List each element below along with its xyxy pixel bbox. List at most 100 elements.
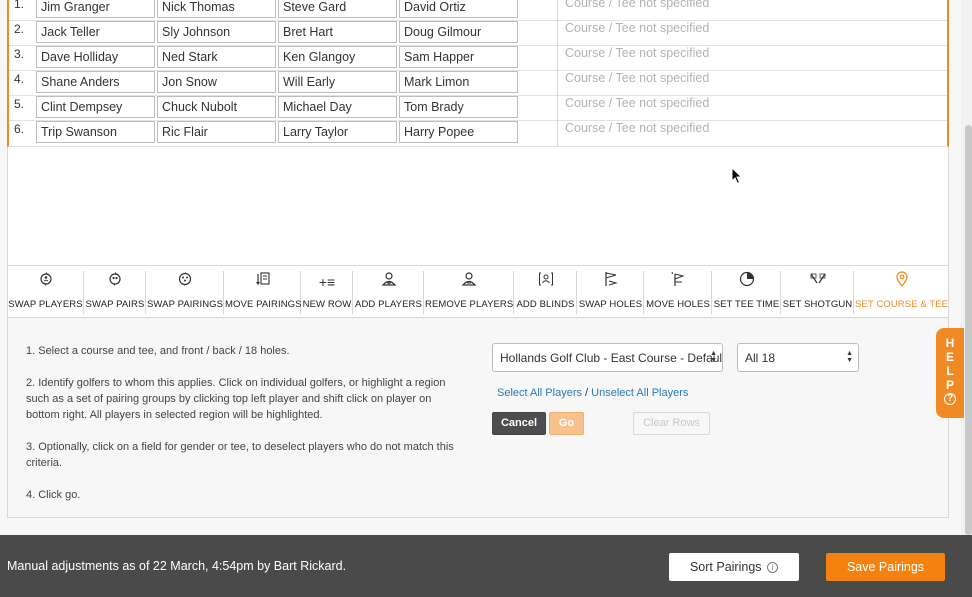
player-cell[interactable]: David Ortiz xyxy=(399,0,518,18)
player-cell[interactable]: Sam Happer xyxy=(399,46,518,68)
player-cell[interactable]: Shane Anders xyxy=(36,71,155,93)
instruction-step-2: 2. Identify golfers to whom this applies… xyxy=(26,377,446,421)
tool-label: SWAP PAIRINGS xyxy=(147,299,224,310)
unselect-all-players-link[interactable]: Unselect All Players xyxy=(591,387,688,399)
tool-label: ADD BLINDS xyxy=(516,299,575,310)
player-cell[interactable]: Nick Thomas xyxy=(157,0,276,18)
swap-players-icon xyxy=(8,271,83,293)
player-cell[interactable]: Trip Swanson xyxy=(36,121,155,143)
select-arrows-icon: ▲ ▼ xyxy=(846,350,853,364)
player-cell[interactable]: Michael Day xyxy=(278,96,397,118)
player-cell[interactable]: Steve Gard xyxy=(278,0,397,18)
swap-holes-button[interactable]: SWAP HOLES xyxy=(578,271,644,314)
clear-rows-button[interactable]: Clear Rows xyxy=(633,412,710,435)
player-cell[interactable]: Ken Glangoy xyxy=(278,46,397,68)
pairing-tools-toolbar: SWAP PLAYERS SWAP PAIRS SWAP PAIRINGS MO… xyxy=(7,265,949,318)
tool-label: ADD PLAYERS xyxy=(355,299,422,310)
save-pairings-button[interactable]: Save Pairings xyxy=(826,553,945,581)
pairing-number: 2. xyxy=(14,22,25,36)
set-tee-time-button[interactable]: SET TEE TIME xyxy=(713,271,781,314)
help-letter: E xyxy=(945,350,954,364)
column-divider xyxy=(557,46,558,71)
new-row-button[interactable]: +≡ NEW ROW xyxy=(302,271,353,314)
remove-players-button[interactable]: REMOVE PLAYERS xyxy=(425,271,514,314)
course-tee-cell[interactable]: Course / Tee not specified xyxy=(565,21,709,35)
player-cell[interactable]: Harry Popee xyxy=(399,121,518,143)
link-separator: / xyxy=(585,387,589,399)
swap-pairings-button[interactable]: SWAP PAIRINGS xyxy=(147,271,224,314)
pairing-row: 6. Trip Swanson Ric Flair Larry Taylor H… xyxy=(9,121,947,146)
page-scrollbar-thumb[interactable] xyxy=(965,125,972,535)
player-cell[interactable]: Jim Granger xyxy=(36,0,155,18)
course-tee-cell[interactable]: Course / Tee not specified xyxy=(565,71,709,85)
player-cell[interactable]: Doug Gilmour xyxy=(399,21,518,43)
pairing-row: 5. Clint Dempsey Chuck Nubolt Michael Da… xyxy=(9,96,947,121)
add-blinds-button[interactable]: ADD BLINDS xyxy=(515,271,577,314)
adjustment-status: Manual adjustments as of 22 March, 4:54p… xyxy=(7,559,347,573)
move-holes-icon xyxy=(645,271,711,293)
player-cell[interactable]: Jack Teller xyxy=(36,21,155,43)
holes-select[interactable]: All 18 ▲ ▼ xyxy=(737,343,859,372)
course-tee-select[interactable]: Hollands Golf Club - East Course - Defau… xyxy=(492,343,723,372)
player-cell[interactable]: Larry Taylor xyxy=(278,121,397,143)
go-button[interactable]: Go xyxy=(549,412,584,435)
tool-label: SET COURSE & TEE xyxy=(855,299,949,310)
instruction-step-3: 3. Optionally, click on a field for gend… xyxy=(26,441,454,469)
player-cell[interactable]: Ric Flair xyxy=(157,121,276,143)
player-cell[interactable]: Chuck Nubolt xyxy=(157,96,276,118)
course-tee-cell[interactable]: Course / Tee not specified xyxy=(565,46,709,60)
player-cell[interactable]: Bret Hart xyxy=(278,21,397,43)
tool-label: SET SHOTGUN xyxy=(782,299,853,310)
sort-pairings-label: Sort Pairings xyxy=(689,560,762,574)
tool-label: MOVE PAIRINGS xyxy=(225,299,302,310)
player-cell[interactable]: Will Early xyxy=(278,71,397,93)
cancel-button[interactable]: Cancel xyxy=(492,412,546,435)
help-letter: P xyxy=(945,378,954,392)
player-cell[interactable]: Clint Dempsey xyxy=(36,96,155,118)
column-divider xyxy=(557,121,558,146)
move-holes-button[interactable]: MOVE HOLES xyxy=(645,271,712,314)
pairing-number: 1. xyxy=(14,0,25,11)
player-cell[interactable]: Ned Stark xyxy=(157,46,276,68)
pairing-number: 5. xyxy=(14,97,25,111)
swap-players-button[interactable]: SWAP PLAYERS xyxy=(8,271,84,314)
player-cell[interactable]: Sly Johnson xyxy=(157,21,276,43)
player-cell[interactable]: Tom Brady xyxy=(399,96,518,118)
course-tee-cell[interactable]: Course / Tee not specified xyxy=(565,96,709,110)
pairing-number: 3. xyxy=(14,47,25,61)
tool-label: SWAP HOLES xyxy=(578,299,643,310)
course-tee-cell[interactable]: Course / Tee not specified xyxy=(565,121,709,135)
course-tee-cell[interactable]: Course / Tee not specified xyxy=(565,0,709,10)
move-pairings-button[interactable]: MOVE PAIRINGS xyxy=(225,271,302,314)
pairing-number: 6. xyxy=(14,122,25,136)
column-divider xyxy=(557,0,558,21)
set-shotgun-button[interactable]: SET SHOTGUN xyxy=(782,271,854,314)
help-tab[interactable]: H E L P ? xyxy=(936,328,964,418)
swap-pairs-icon xyxy=(85,271,145,293)
move-pairings-icon xyxy=(225,271,300,293)
add-players-button[interactable]: ADD PLAYERS xyxy=(354,271,424,314)
pairings-empty-space xyxy=(7,147,949,265)
new-row-icon: +≡ xyxy=(318,274,336,290)
course-tee-select-value: Hollands Golf Club - East Course - Defau… xyxy=(500,351,723,365)
select-all-players-link[interactable]: Select All Players xyxy=(497,387,582,399)
question-icon: ? xyxy=(944,393,956,405)
pairing-number: 4. xyxy=(14,72,25,86)
help-letter: H xyxy=(945,336,955,350)
set-course-tee-button[interactable]: SET COURSE & TEE xyxy=(855,271,948,314)
footer-bar: Manual adjustments as of 22 March, 4:54p… xyxy=(0,535,972,597)
player-cell[interactable]: Jon Snow xyxy=(157,71,276,93)
swap-pairs-button[interactable]: SWAP PAIRS xyxy=(85,271,146,314)
help-letter: L xyxy=(946,364,954,378)
pairings-table: 1. Jim Granger Nick Thomas Steve Gard Da… xyxy=(7,0,949,147)
player-cell[interactable]: Mark Limon xyxy=(399,71,518,93)
column-divider xyxy=(557,21,558,46)
tool-label: SWAP PAIRS xyxy=(85,299,145,310)
select-arrows-icon: ▲ ▼ xyxy=(710,350,717,364)
player-selection-links: Select All Players / Unselect All Player… xyxy=(497,387,688,399)
tool-label: NEW ROW xyxy=(302,299,352,310)
sort-pairings-button[interactable]: Sort Pairings i xyxy=(669,553,799,581)
tool-label: SET TEE TIME xyxy=(713,299,780,310)
player-cell[interactable]: Dave Holliday xyxy=(36,46,155,68)
tool-label: MOVE HOLES xyxy=(646,299,710,310)
